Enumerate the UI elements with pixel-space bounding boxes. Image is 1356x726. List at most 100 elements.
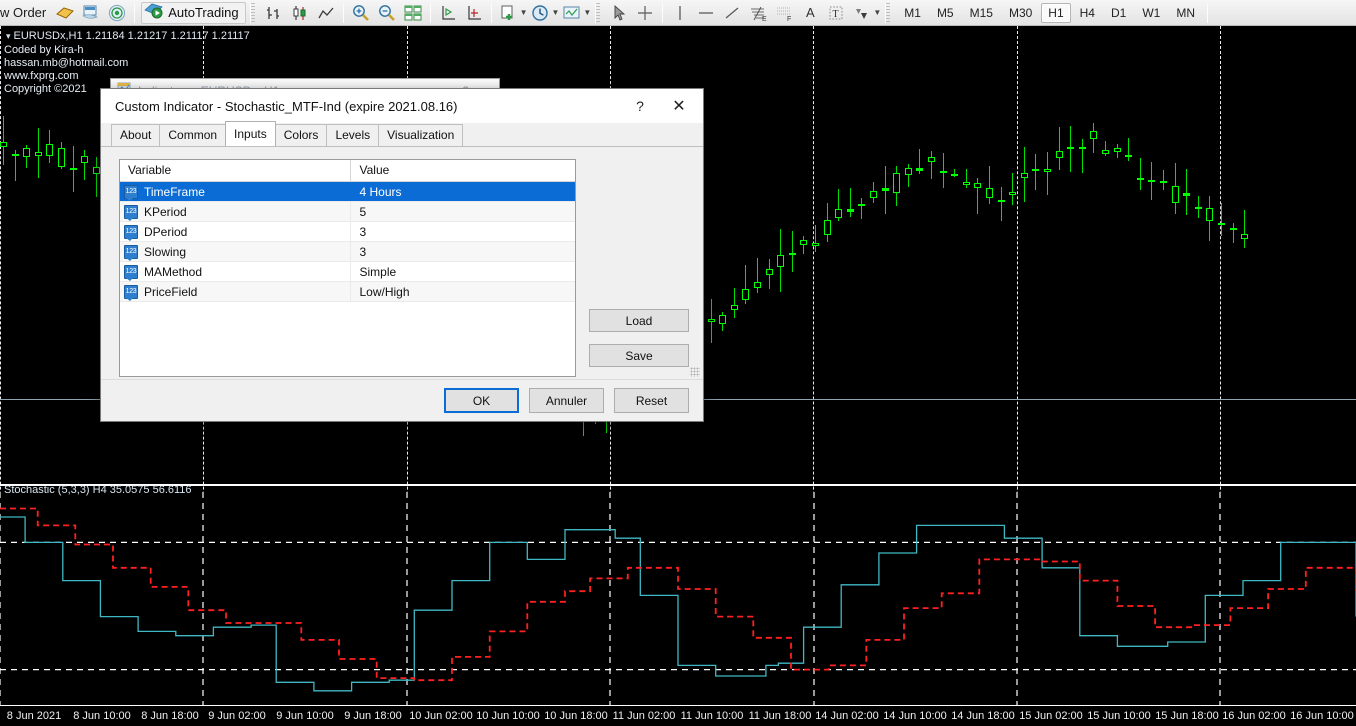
crosshair-icon[interactable] xyxy=(633,2,657,24)
resize-grip[interactable] xyxy=(690,367,700,377)
tab-about[interactable]: About xyxy=(111,124,160,146)
period-icon[interactable] xyxy=(529,2,553,24)
toolbar-grip[interactable] xyxy=(250,3,257,23)
data-window-icon[interactable] xyxy=(79,2,103,24)
zoom-in-icon[interactable] xyxy=(349,2,373,24)
tab-common[interactable]: Common xyxy=(159,124,226,146)
cell-value[interactable]: Low/High xyxy=(351,282,575,301)
table-row[interactable]: 123Slowing3 xyxy=(120,242,575,262)
cell-variable: 123Slowing xyxy=(120,242,351,261)
candle-body xyxy=(905,168,912,174)
candle-wick xyxy=(734,288,735,317)
variable-name: Slowing xyxy=(144,245,186,259)
custom-indicator-dialog[interactable]: Custom Indicator - Stochastic_MTF-Ind (e… xyxy=(100,88,704,422)
variable-number-icon: 123 xyxy=(124,285,138,299)
timeframe-button-w1[interactable]: W1 xyxy=(1135,3,1167,23)
main-toolbar: w Order xyxy=(0,0,1356,26)
table-row[interactable]: 123PriceFieldLow/High xyxy=(120,282,575,302)
template-dropdown-arrow[interactable]: ▼ xyxy=(583,8,591,17)
fibonacci-f-icon[interactable]: F xyxy=(772,2,796,24)
zoom-out-icon[interactable] xyxy=(375,2,399,24)
vertical-line-icon[interactable] xyxy=(668,2,692,24)
candle-wick xyxy=(1105,141,1106,156)
toolbar-grip[interactable] xyxy=(595,3,602,23)
timeframe-button-m15[interactable]: M15 xyxy=(963,3,1000,23)
cursor-icon[interactable] xyxy=(607,2,631,24)
template-icon[interactable] xyxy=(560,2,584,24)
table-row[interactable]: 123DPeriod3 xyxy=(120,222,575,242)
new-order-button[interactable]: w Order xyxy=(0,5,52,20)
cell-value[interactable]: Simple xyxy=(351,262,575,281)
tab-inputs[interactable]: Inputs xyxy=(225,121,276,146)
shapes-dropdown-arrow[interactable]: ▼ xyxy=(873,8,881,17)
cell-value[interactable]: 3 xyxy=(351,222,575,241)
timeframe-button-h1[interactable]: H1 xyxy=(1041,3,1070,23)
tab-colors[interactable]: Colors xyxy=(275,124,328,146)
time-axis-label: 11 Jun 02:00 xyxy=(613,710,676,722)
timeframe-button-m5[interactable]: M5 xyxy=(930,3,961,23)
candlestick-chart-icon[interactable] xyxy=(288,2,312,24)
column-header-value[interactable]: Value xyxy=(351,160,575,181)
cell-value[interactable]: 5 xyxy=(351,202,575,221)
variable-number-icon: 123 xyxy=(124,185,138,199)
save-button[interactable]: Save xyxy=(589,344,689,367)
dialog-help-button[interactable]: ? xyxy=(623,89,657,123)
text-icon[interactable]: A xyxy=(798,2,822,24)
annuler-button[interactable]: Annuler xyxy=(529,388,604,413)
chart-collapse-arrow[interactable]: ▾ xyxy=(6,31,11,41)
trendline-icon[interactable] xyxy=(720,2,744,24)
candle-wick xyxy=(1163,170,1164,190)
ok-button[interactable]: OK xyxy=(444,388,519,413)
timeframe-button-h4[interactable]: H4 xyxy=(1073,3,1102,23)
cell-value[interactable]: 3 xyxy=(351,242,575,261)
table-row[interactable]: 123TimeFrame4 Hours xyxy=(120,182,575,202)
cell-variable: 123DPeriod xyxy=(120,222,351,241)
bar-chart-icon[interactable] xyxy=(262,2,286,24)
time-axis[interactable]: 8 Jun 20218 Jun 10:008 Jun 18:009 Jun 02… xyxy=(0,705,1356,726)
inputs-tab-panel: Variable Value 123TimeFrame4 Hours123KPe… xyxy=(101,146,703,379)
autotrading-button[interactable]: AutoTrading xyxy=(141,2,245,24)
period-dropdown-arrow[interactable]: ▼ xyxy=(552,8,560,17)
line-chart-icon[interactable] xyxy=(314,2,338,24)
candle-body xyxy=(963,182,970,185)
chart-shift-icon[interactable] xyxy=(436,2,460,24)
text-label-icon[interactable]: T xyxy=(824,2,848,24)
tab-visualization[interactable]: Visualization xyxy=(378,124,463,146)
candle-body xyxy=(46,144,53,156)
timeframe-button-d1[interactable]: D1 xyxy=(1104,3,1133,23)
timeframe-button-m1[interactable]: M1 xyxy=(897,3,928,23)
dialog-close-button[interactable]: ✕ xyxy=(657,89,701,123)
new-chart-icon[interactable] xyxy=(497,2,521,24)
new-order-icon[interactable] xyxy=(53,2,77,24)
candle-body xyxy=(824,220,831,235)
reset-button[interactable]: Reset xyxy=(614,388,689,413)
timeframe-button-mn[interactable]: MN xyxy=(1169,3,1202,23)
timeframe-button-m30[interactable]: M30 xyxy=(1002,3,1039,23)
dialog-titlebar[interactable]: Custom Indicator - Stochastic_MTF-Ind (e… xyxy=(101,89,703,123)
table-row[interactable]: 123MAMethodSimple xyxy=(120,262,575,282)
inputs-grid[interactable]: Variable Value 123TimeFrame4 Hours123KPe… xyxy=(119,159,576,377)
signals-icon[interactable] xyxy=(105,2,129,24)
candle-body xyxy=(1183,193,1190,196)
candle-body xyxy=(1172,186,1179,203)
svg-text:F: F xyxy=(787,16,791,22)
cell-value[interactable]: 4 Hours xyxy=(351,182,575,201)
table-row[interactable]: 123KPeriod5 xyxy=(120,202,575,222)
horizontal-line-icon[interactable] xyxy=(694,2,718,24)
candle-wick xyxy=(989,166,990,204)
candle-body xyxy=(35,152,42,156)
candle-wick xyxy=(1128,138,1129,160)
tab-levels[interactable]: Levels xyxy=(326,124,379,146)
load-button[interactable]: Load xyxy=(589,309,689,332)
candle-body xyxy=(916,168,923,171)
new-chart-dropdown-arrow[interactable]: ▼ xyxy=(520,8,528,17)
tile-windows-icon[interactable] xyxy=(401,2,425,24)
svg-text:T: T xyxy=(833,9,839,20)
shapes-icon[interactable] xyxy=(850,2,874,24)
column-header-variable[interactable]: Variable xyxy=(120,160,351,181)
credit-line-2: hassan.mb@hotmail.com xyxy=(4,57,128,70)
time-axis-label: 9 Jun 02:00 xyxy=(208,710,266,722)
auto-scroll-icon[interactable] xyxy=(462,2,486,24)
fibonacci-e-icon[interactable]: E xyxy=(746,2,770,24)
toolbar-grip[interactable] xyxy=(885,3,892,23)
